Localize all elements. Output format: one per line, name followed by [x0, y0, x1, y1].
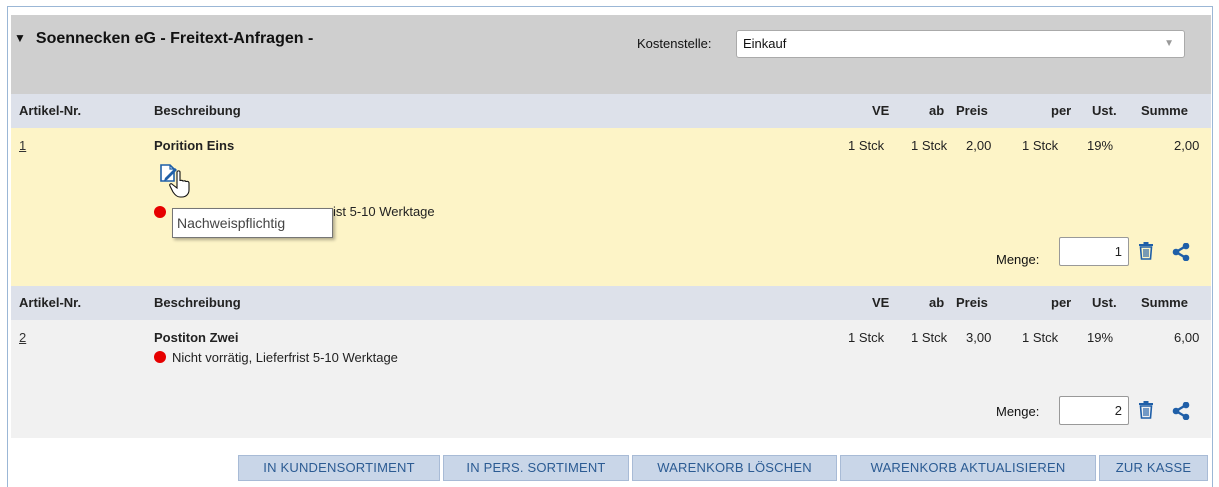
availability: Nicht vorrätig, Lieferfrist 5-10 Werktag…: [154, 350, 398, 365]
col-summe: Summe: [1141, 295, 1188, 310]
trash-icon[interactable]: [1138, 401, 1156, 421]
item-per: 1 Stck: [1022, 138, 1059, 153]
cart-title[interactable]: ▼ Soennecken eG - Freitext-Anfragen -: [14, 30, 313, 48]
col-preis: Preis: [956, 103, 988, 118]
col-beschreibung: Beschreibung: [154, 103, 241, 118]
warenkorb-aktualisieren-button[interactable]: WARENKORB AKTUALISIEREN: [840, 455, 1096, 481]
item-ab: 1 Stck: [911, 330, 948, 345]
col-artikel-nr: Artikel-Nr.: [19, 103, 82, 118]
share-icon[interactable]: [1172, 401, 1190, 422]
warenkorb-loeschen-button[interactable]: WARENKORB LÖSCHEN: [632, 455, 837, 481]
status-dot-icon: [154, 351, 166, 363]
item-summe: 2,00: [1174, 138, 1200, 153]
item-preis: 2,00: [966, 138, 992, 153]
menge-input[interactable]: 1: [1059, 237, 1129, 266]
col-preis: Preis: [956, 295, 988, 310]
tooltip: Nachweispflichtig: [172, 208, 333, 238]
status-dot-icon: [154, 206, 166, 218]
column-header: Artikel-Nr. Beschreibung VE ab Preis per…: [11, 286, 1211, 320]
col-ab: ab: [929, 103, 945, 118]
in-pers-sortiment-button[interactable]: IN PERS. SORTIMENT: [443, 455, 629, 481]
col-beschreibung: Beschreibung: [154, 295, 241, 310]
item-ust: 19%: [1087, 138, 1114, 153]
item-ve: 1 Stck: [848, 138, 885, 153]
zur-kasse-button[interactable]: ZUR KASSE: [1099, 455, 1208, 481]
artikel-nr-link[interactable]: 2: [19, 330, 26, 345]
item-preis: 3,00: [966, 330, 992, 345]
menge-input[interactable]: 2: [1059, 396, 1129, 425]
col-artikel-nr: Artikel-Nr.: [19, 295, 82, 310]
kostenstelle-label: Kostenstelle:: [637, 36, 712, 51]
item-summe: 6,00: [1174, 330, 1200, 345]
col-per: per: [1051, 295, 1072, 310]
item-ust: 19%: [1087, 330, 1114, 345]
item-ve: 1 Stck: [848, 330, 885, 345]
table-row: 1 Porition Eins 1 Stck 1 Stck 2,00 1 Stc…: [11, 128, 1211, 286]
col-ve: VE: [872, 295, 890, 310]
item-per: 1 Stck: [1022, 330, 1059, 345]
col-ab: ab: [929, 295, 945, 310]
trash-icon[interactable]: [1138, 242, 1156, 262]
artikel-nr-link[interactable]: 1: [19, 138, 26, 153]
in-kundensortiment-button[interactable]: IN KUNDENSORTIMENT: [238, 455, 440, 481]
triangle-down-icon[interactable]: ▼: [14, 31, 26, 45]
item-name: Porition Eins: [154, 138, 235, 153]
col-ve: VE: [872, 103, 890, 118]
kostenstelle-select[interactable]: Einkauf ▼: [736, 30, 1185, 58]
availability-text: Nicht vorrätig, Lieferfrist 5-10 Werktag…: [172, 350, 398, 365]
share-icon[interactable]: [1172, 242, 1190, 263]
col-per: per: [1051, 103, 1072, 118]
col-ust: Ust.: [1092, 103, 1117, 118]
menge-label: Menge:: [996, 404, 1040, 419]
col-ust: Ust.: [1092, 295, 1117, 310]
item-name: Postiton Zwei: [154, 330, 239, 345]
menge-label: Menge:: [996, 252, 1040, 267]
availability-text: ist 5-10 Werktage: [333, 204, 435, 219]
column-header: Artikel-Nr. Beschreibung VE ab Preis per…: [11, 94, 1211, 128]
cart-title-text: Soennecken eG - Freitext-Anfragen -: [35, 30, 314, 47]
kostenstelle-value: Einkauf: [743, 36, 787, 51]
item-ab: 1 Stck: [911, 138, 948, 153]
chevron-down-icon: ▼: [1164, 38, 1174, 49]
col-summe: Summe: [1141, 103, 1188, 118]
mouse-cursor-icon: [169, 170, 191, 201]
table-row: 2 Postiton Zwei 1 Stck 1 Stck 3,00 1 Stc…: [11, 320, 1211, 438]
